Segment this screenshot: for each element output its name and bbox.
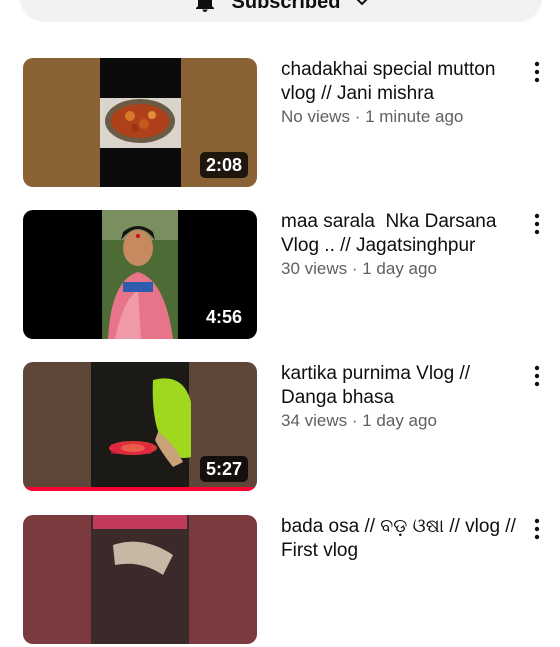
video-stats: 30 views · 1 day ago <box>281 258 521 280</box>
video-meta[interactable]: chadakhai special mutton vlog // Jani mi… <box>281 58 521 128</box>
more-options-icon[interactable] <box>526 515 548 543</box>
view-count: 34 views <box>281 411 348 430</box>
stats-separator: · <box>347 259 363 278</box>
bell-icon <box>192 0 218 15</box>
video-title[interactable]: bada osa // ବଡ଼ ଓଷା // vlog // First vlo… <box>281 515 521 563</box>
more-options-icon[interactable] <box>526 362 548 390</box>
video-item[interactable]: 4:56 maa sarala Nka Darsana Vlog .. // J… <box>0 210 560 342</box>
video-stats: No views · 1 minute ago <box>281 106 521 128</box>
view-count: 30 views <box>281 259 348 278</box>
subscribed-button[interactable]: Subscribed <box>20 0 542 22</box>
video-stats: 34 views · 1 day ago <box>281 410 521 432</box>
view-count: No views <box>281 107 350 126</box>
watch-progress-bar <box>23 487 257 491</box>
video-thumbnail[interactable]: 4:56 <box>23 210 257 339</box>
video-thumbnail[interactable] <box>23 515 257 644</box>
stats-separator: · <box>347 411 363 430</box>
more-options-icon[interactable] <box>526 58 548 86</box>
video-item[interactable]: bada osa // ବଡ଼ ଓଷା // vlog // First vlo… <box>0 515 560 647</box>
video-meta[interactable]: bada osa // ବଡ଼ ଓଷା // vlog // First vlo… <box>281 515 521 563</box>
video-meta[interactable]: maa sarala Nka Darsana Vlog .. // Jagats… <box>281 210 521 280</box>
video-title[interactable]: chadakhai special mutton vlog // Jani mi… <box>281 58 521 106</box>
video-item[interactable]: 5:27 kartika purnima Vlog // Danga bhasa… <box>0 362 560 494</box>
video-title[interactable]: kartika purnima Vlog // Danga bhasa <box>281 362 521 410</box>
video-thumbnail[interactable]: 2:08 <box>23 58 257 187</box>
watch-progress-fill <box>23 487 257 491</box>
upload-age: 1 day ago <box>362 259 437 278</box>
subscribed-label: Subscribed <box>231 0 341 13</box>
upload-age: 1 day ago <box>362 411 437 430</box>
stats-separator: · <box>349 107 366 126</box>
video-item[interactable]: 2:08 chadakhai special mutton vlog // Ja… <box>0 58 560 190</box>
video-title[interactable]: maa sarala Nka Darsana Vlog .. // Jagats… <box>281 210 521 258</box>
chevron-down-icon <box>354 0 370 10</box>
duration-badge: 5:27 <box>199 456 248 482</box>
upload-age: 1 minute ago <box>365 107 464 126</box>
more-options-icon[interactable] <box>526 210 548 238</box>
video-meta[interactable]: kartika purnima Vlog // Danga bhasa 34 v… <box>281 362 521 432</box>
duration-badge: 2:08 <box>199 152 248 178</box>
duration-badge: 4:56 <box>199 304 248 330</box>
video-thumbnail[interactable]: 5:27 <box>23 362 257 491</box>
